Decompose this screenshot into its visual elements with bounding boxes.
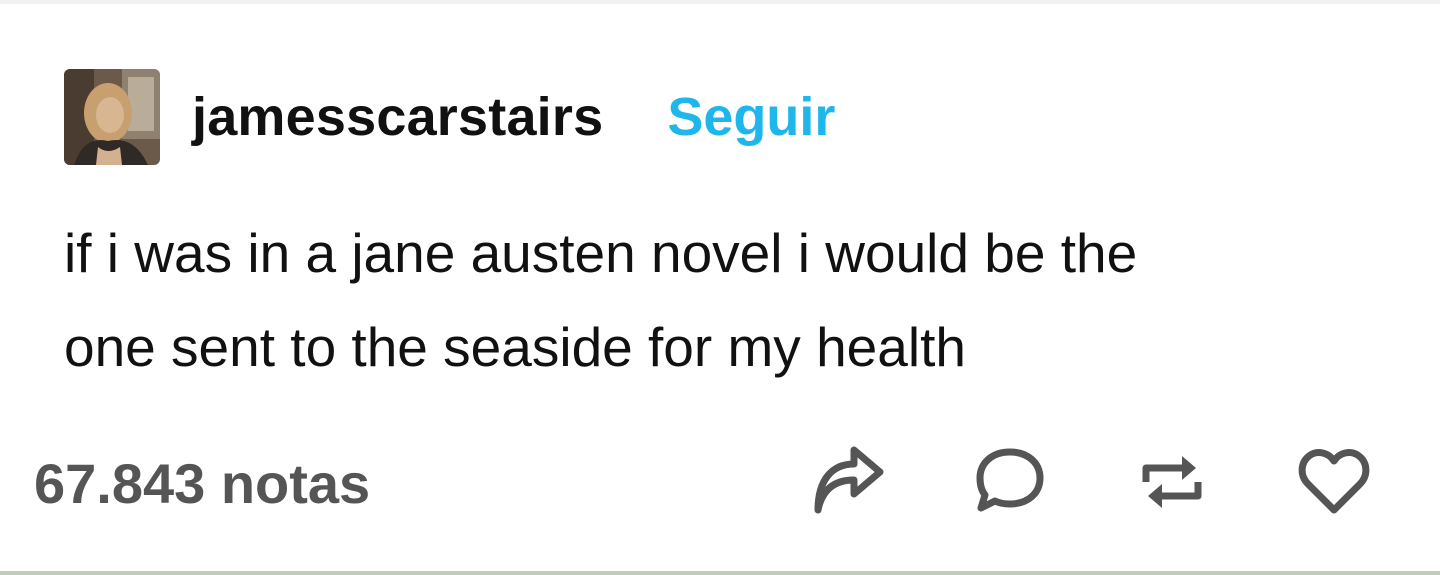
reblog-button[interactable] bbox=[1132, 442, 1212, 522]
post-text-line: one sent to the seaside for my health bbox=[64, 316, 966, 378]
post-text-line: if i was in a jane austen novel i would … bbox=[64, 222, 1138, 284]
follow-button[interactable]: Seguir bbox=[667, 86, 835, 148]
reply-button[interactable] bbox=[970, 442, 1050, 522]
reblog-icon bbox=[1142, 456, 1202, 508]
comment-icon bbox=[976, 448, 1044, 512]
notes-count[interactable]: 67.843 notas bbox=[34, 451, 370, 516]
top-divider bbox=[0, 0, 1440, 4]
post-body: if i was in a jane austen novel i would … bbox=[64, 206, 1384, 394]
share-button[interactable] bbox=[808, 442, 888, 522]
avatar[interactable] bbox=[64, 69, 160, 165]
post-footer: 67.843 notas bbox=[34, 438, 1374, 528]
post-actions bbox=[808, 442, 1374, 522]
heart-icon bbox=[1298, 449, 1370, 514]
share-icon bbox=[814, 446, 884, 514]
bottom-divider bbox=[0, 571, 1440, 575]
post-header: jamesscarstairs Seguir bbox=[64, 68, 835, 166]
author-username[interactable]: jamesscarstairs bbox=[192, 86, 603, 148]
avatar-image bbox=[64, 69, 160, 165]
like-button[interactable] bbox=[1294, 442, 1374, 522]
tumblr-post: jamesscarstairs Seguir if i was in a jan… bbox=[0, 0, 1440, 575]
